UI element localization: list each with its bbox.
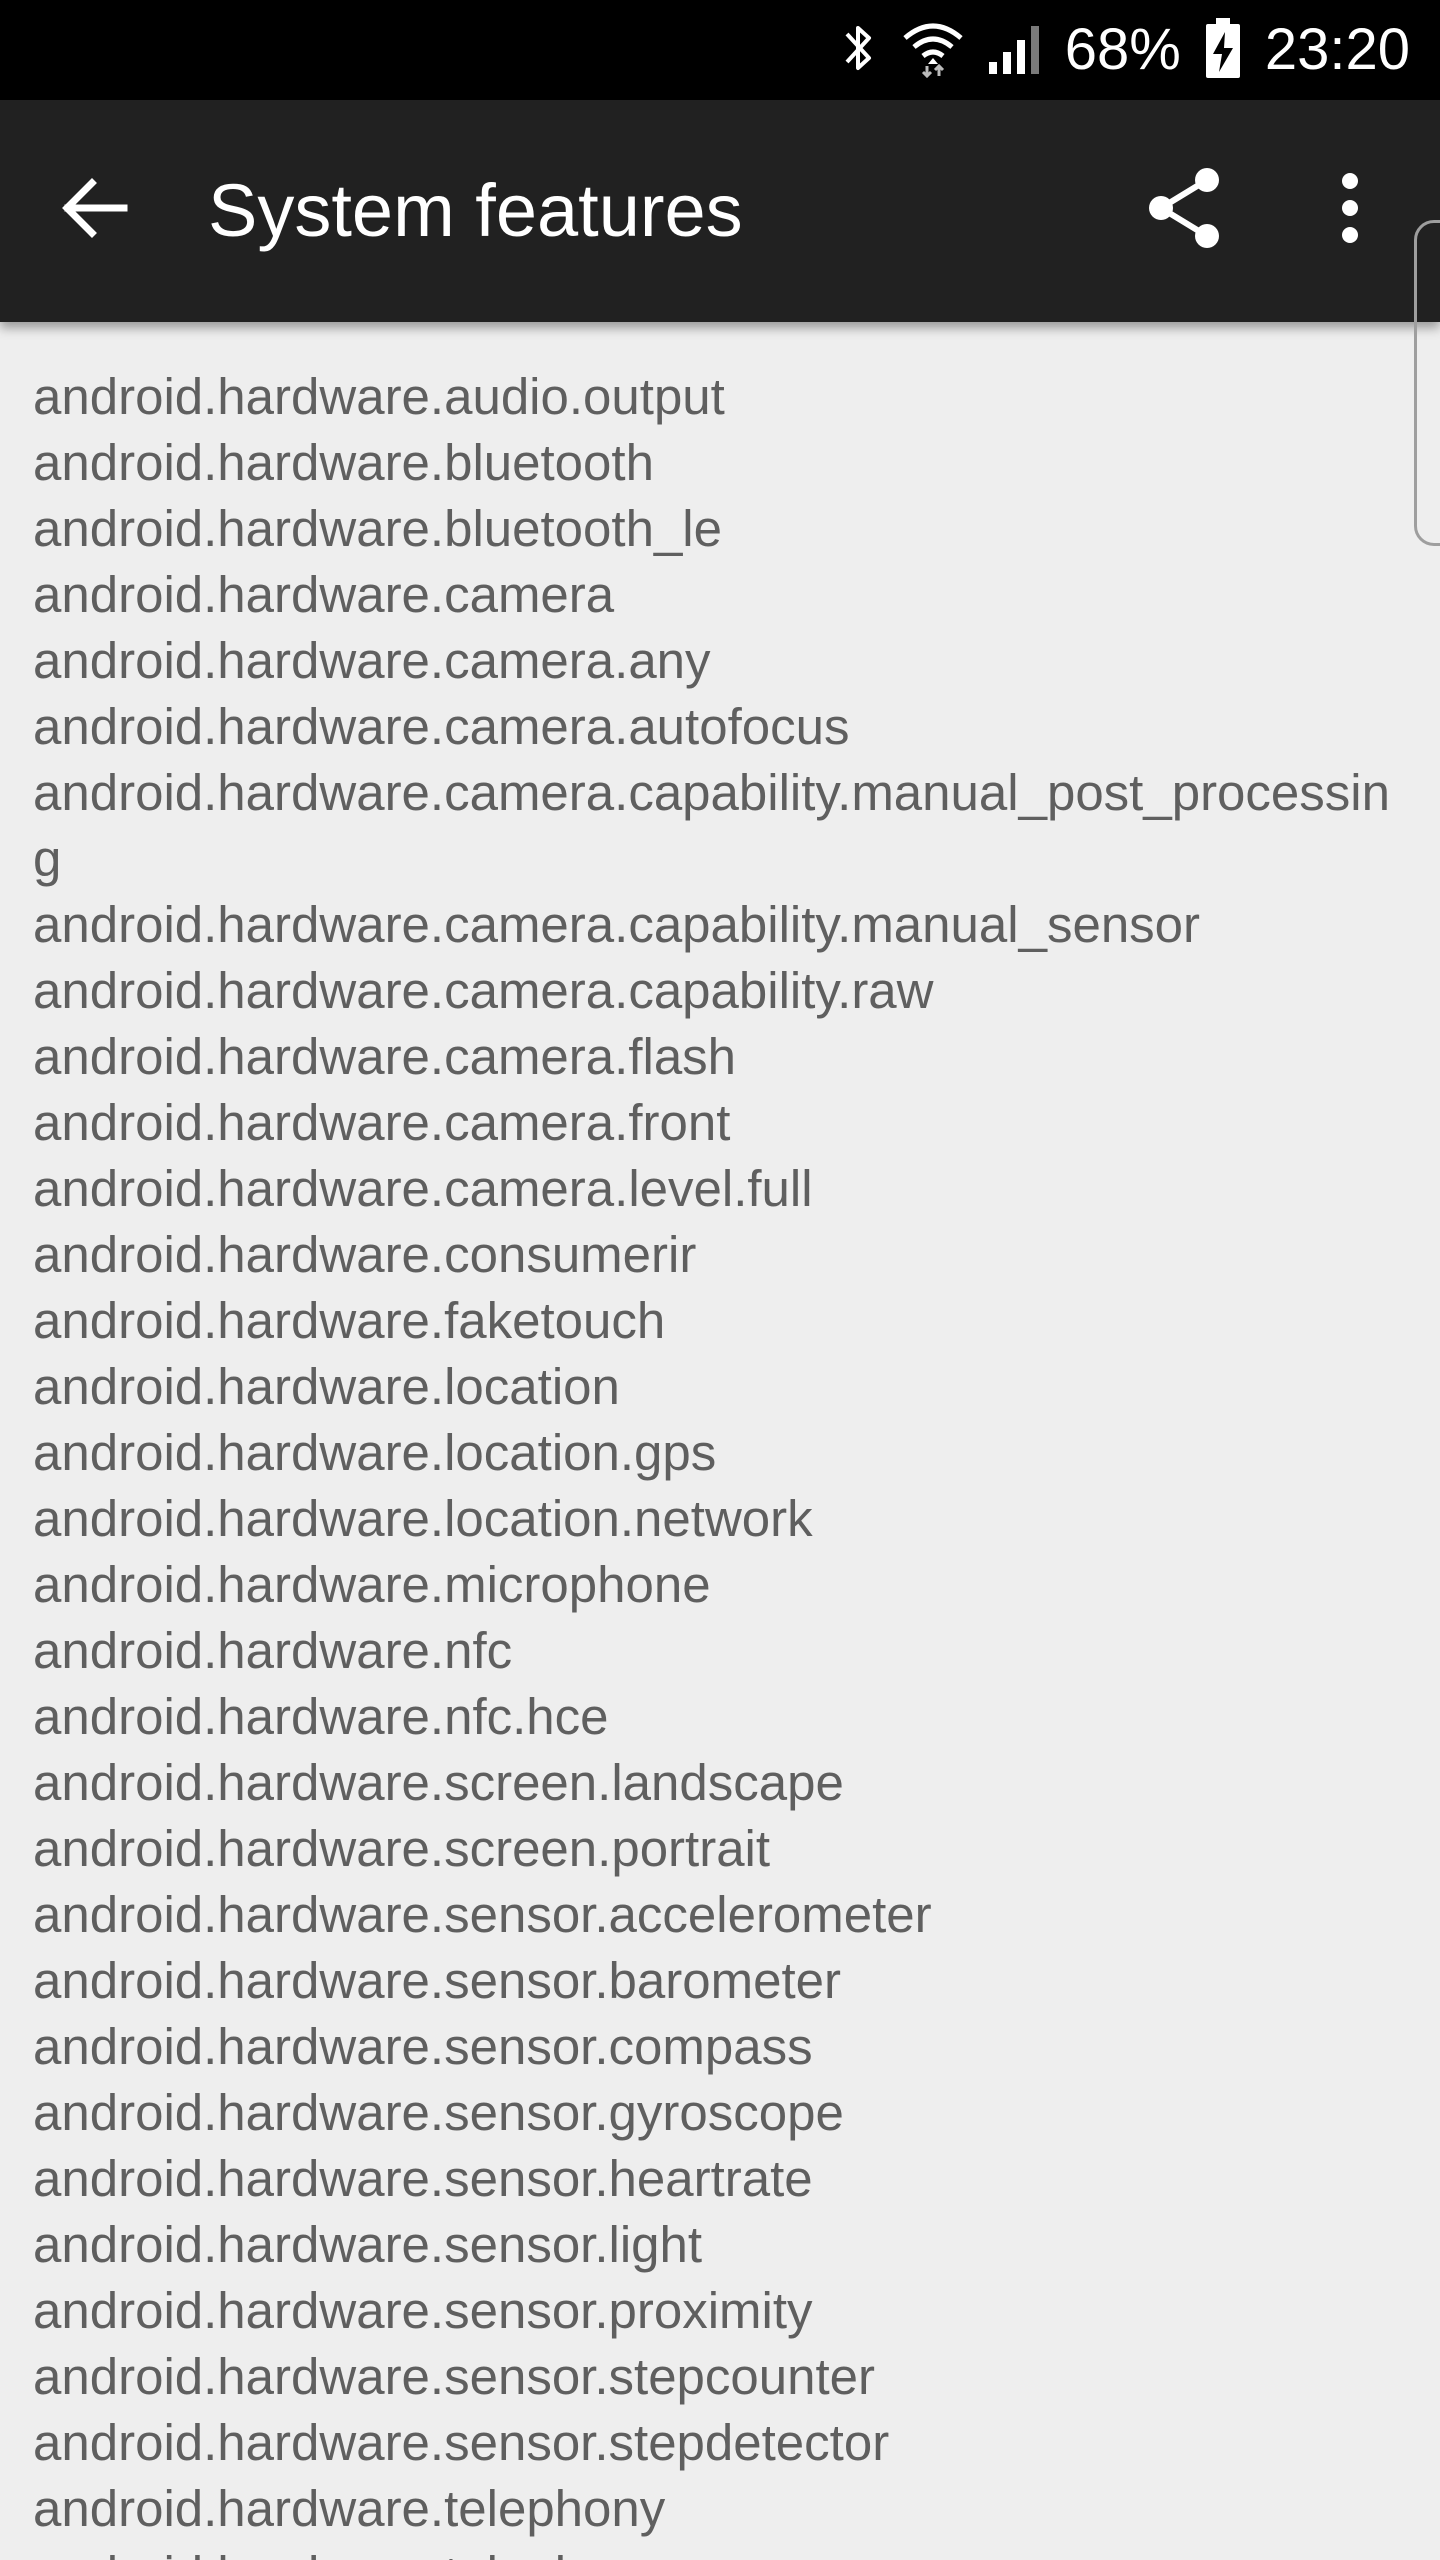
feature-list-container[interactable]: android.hardware.audio.output android.har… bbox=[0, 322, 1440, 2560]
feature-item: android.hardware.location.network bbox=[33, 1490, 813, 1547]
feature-item: android.hardware.camera bbox=[33, 566, 615, 623]
more-vert-icon bbox=[1340, 172, 1360, 248]
feature-item: android.hardware.sensor.stepdetector bbox=[33, 2414, 890, 2471]
feature-item: android.hardware.camera.capability.manua… bbox=[33, 896, 1201, 953]
page-title: System features bbox=[208, 169, 743, 252]
share-icon bbox=[1145, 166, 1225, 255]
battery-charging-icon bbox=[1203, 16, 1243, 85]
feature-item: android.hardware.faketouch bbox=[33, 1292, 666, 1349]
feature-item: android.hardware.nfc.hce bbox=[33, 1688, 609, 1745]
battery-percent: 68% bbox=[1064, 17, 1181, 82]
feature-item: android.hardware.sensor.accelerometer bbox=[33, 1886, 932, 1943]
arrow-back-icon bbox=[60, 173, 130, 248]
feature-item: android.hardware.nfc bbox=[33, 1622, 513, 1679]
feature-item: android.hardware.sensor.barometer bbox=[33, 1952, 841, 2009]
feature-list: android.hardware.audio.output android.har… bbox=[33, 364, 1403, 2560]
feature-item: android.hardware.location bbox=[33, 1358, 620, 1415]
feature-item: android.hardware.camera.capability.manua… bbox=[33, 764, 1390, 887]
feature-item: android.hardware.camera.autofocus bbox=[33, 698, 850, 755]
feature-item: android.hardware.consumerir bbox=[33, 1226, 697, 1283]
signal-icon bbox=[987, 18, 1043, 83]
more-options-button[interactable] bbox=[1295, 155, 1405, 265]
feature-item: android.hardware.microphone bbox=[33, 1556, 711, 1613]
feature-item: android.hardware.camera.flash bbox=[33, 1028, 737, 1085]
feature-item: android.hardware.camera.level.full bbox=[33, 1160, 813, 1217]
feature-item: android.hardware.sensor.gyroscope bbox=[33, 2084, 844, 2141]
share-button[interactable] bbox=[1130, 155, 1240, 265]
feature-item: android.hardware.bluetooth_le bbox=[33, 500, 722, 557]
feature-item: android.hardware.sensor.proximity bbox=[33, 2282, 813, 2339]
clock: 23:20 bbox=[1264, 17, 1410, 82]
status-icons: 68% 23:20 bbox=[839, 0, 1410, 100]
feature-item: android.hardware.sensor.stepcounter bbox=[33, 2348, 876, 2405]
back-button[interactable] bbox=[40, 155, 150, 265]
feature-item: android.hardware.camera.capability.raw bbox=[33, 962, 934, 1019]
feature-item: android.hardware.screen.landscape bbox=[33, 1754, 844, 1811]
feature-item: android.hardware.sensor.heartrate bbox=[33, 2150, 813, 2207]
feature-item: android.hardware.audio.output bbox=[33, 368, 725, 425]
feature-item: android.hardware.telephony bbox=[33, 2480, 666, 2537]
feature-item: android.hardware.screen.portrait bbox=[33, 1820, 771, 1877]
feature-item: android.hardware.camera.any bbox=[33, 632, 711, 689]
feature-item: android.hardware.sensor.compass bbox=[33, 2018, 813, 2075]
status-bar: 68% 23:20 bbox=[0, 0, 1440, 100]
bluetooth-icon bbox=[839, 18, 879, 83]
feature-item: android.hardware.location.gps bbox=[33, 1424, 717, 1481]
feature-item: android.hardware.camera.front bbox=[33, 1094, 731, 1151]
wifi-icon bbox=[901, 18, 965, 83]
feature-item: android.hardware.sensor.light bbox=[33, 2216, 703, 2273]
edge-panel-handle[interactable] bbox=[1414, 220, 1440, 546]
feature-item: android.hardware.bluetooth bbox=[33, 434, 654, 491]
app-bar: System features bbox=[0, 100, 1440, 322]
feature-item: android.hardware.telephony.gsm bbox=[33, 2542, 1403, 2560]
